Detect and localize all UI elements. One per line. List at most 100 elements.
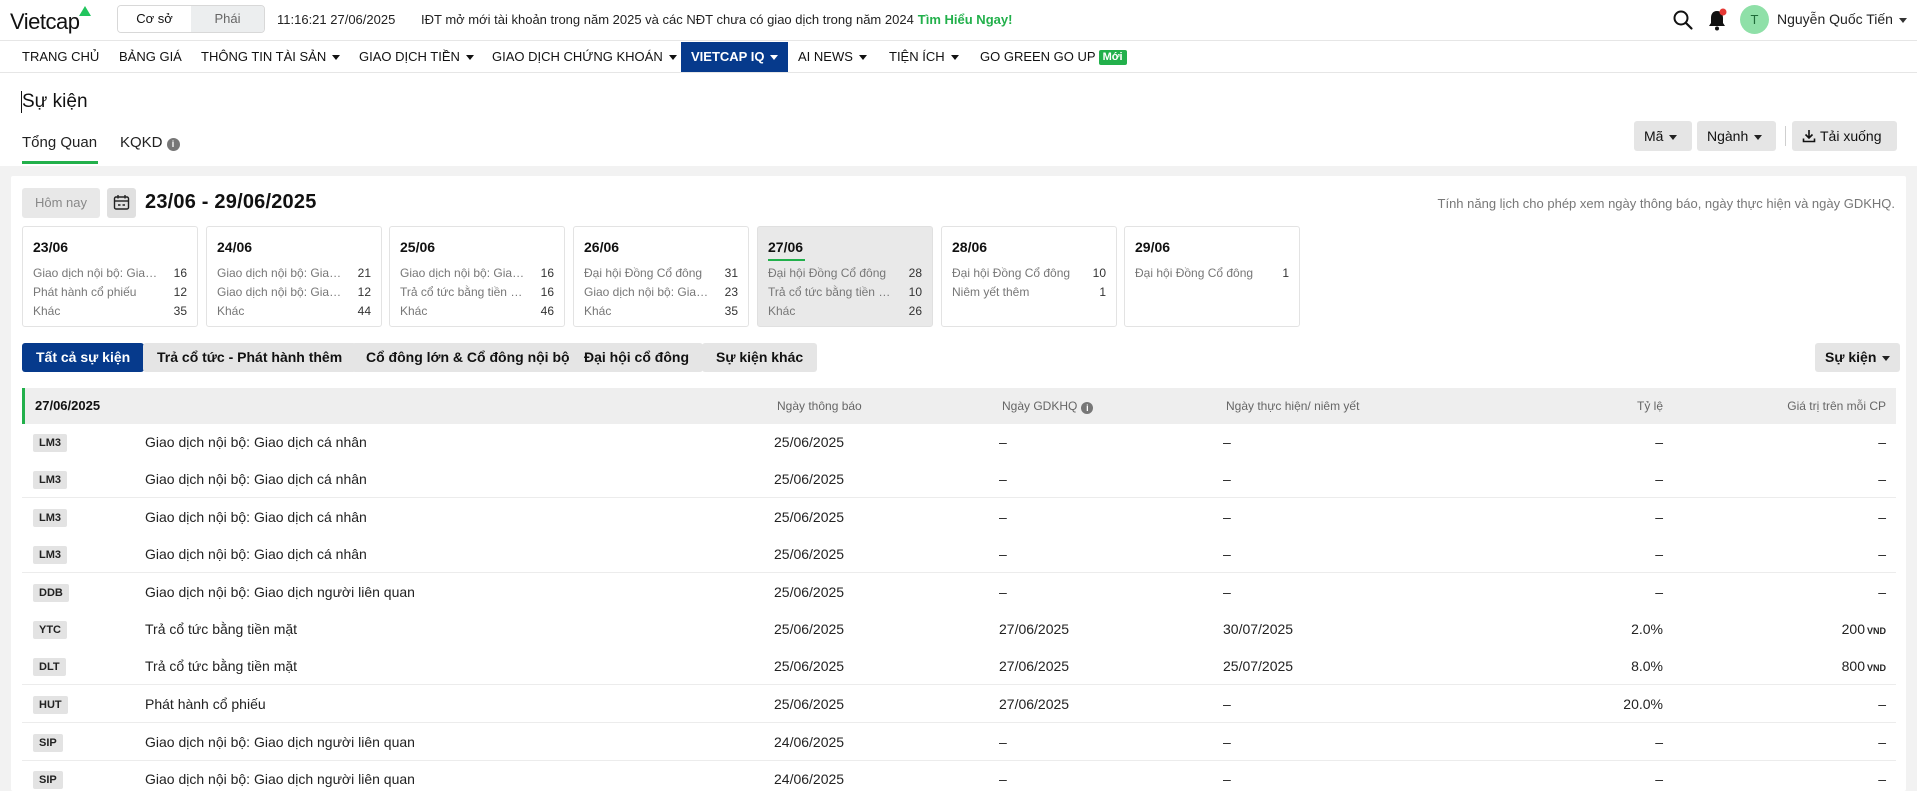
nav-thong-tin-tai-san[interactable]: THÔNG TIN TÀI SẢN [191,42,350,72]
col-announce-date[interactable]: Ngày thông báo [777,388,862,424]
tab-kqkd[interactable]: KQKD i [120,134,180,151]
info-icon[interactable]: i [1081,402,1094,414]
table-row[interactable]: DDB Giao dịch nội bộ: Giao dịch người li… [22,574,1896,611]
ratio: 8.0% [1631,658,1663,674]
ticker-badge[interactable]: DDB [33,584,69,602]
day-row: Đại hội Đồng Cổ đông 31 [584,264,738,283]
event-name: Giao dịch nội bộ: Giao dịch người liên q… [145,771,415,787]
day-card[interactable]: 24/06 Giao dịch nội bộ: Giao dị... 21 Gia… [206,226,382,327]
value-per-share: – [1878,696,1886,712]
filter-all-events[interactable]: Tất cả sự kiện [22,343,145,372]
day-card[interactable]: 26/06 Đại hội Đồng Cổ đông 31 Giao dịch n… [573,226,749,327]
nav-ai-news[interactable]: AI NEWS [788,42,877,72]
col-value-per-share[interactable]: Giá trị trên mỗi CP [1787,388,1886,424]
tab-tong-quan[interactable]: Tổng Quan [22,134,97,151]
day-card[interactable]: 29/06 Đại hội Đồng Cổ đông 1 [1124,226,1300,327]
ex-date: 27/06/2025 [999,696,1070,712]
day-row-count: 10 [908,285,922,299]
nav-go-green-go-up[interactable]: GO GREEN GO UP Mới [970,42,1137,72]
ticker-badge[interactable]: LM3 [33,546,67,564]
day-row: Giao dịch nội bộ: Giao dị... 16 [400,264,554,283]
calendar-button[interactable] [107,188,136,218]
day-row-label: Khác [217,304,245,318]
nav-vietcap-iq[interactable]: VIETCAP IQ [681,42,789,72]
day-card[interactable]: 23/06 Giao dịch nội bộ: Giao dị... 16 Phá… [22,226,198,327]
ex-date: 27/06/2025 [999,621,1070,637]
day-card-selected[interactable]: 27/06 Đại hội Đồng Cổ đông 28 Trả cổ tức … [757,226,933,327]
event-type-dropdown-label: Sự kiện [1825,349,1877,365]
filter-other[interactable]: Sự kiện khác [702,343,818,372]
day-row-label: Đại hội Đồng Cổ đông [1135,266,1254,280]
announce-date: 25/06/2025 [774,584,845,600]
day-card[interactable]: 25/06 Giao dịch nội bộ: Giao dị... 16 Trả… [389,226,565,327]
event-name: Giao dịch nội bộ: Giao dịch cá nhân [145,546,367,562]
active-tab-indicator [22,161,98,164]
nav-bang-gia[interactable]: BẢNG GIÁ [109,42,192,72]
value-per-share: – [1878,584,1886,600]
ex-date: – [999,546,1007,562]
table-row[interactable]: LM3 Giao dịch nội bộ: Giao dịch cá nhân … [22,499,1896,536]
day-date: 25/06 [400,239,436,255]
table-row[interactable]: LM3 Giao dịch nội bộ: Giao dịch cá nhân … [22,536,1896,573]
day-row-count: 26 [908,304,922,318]
ticker-badge[interactable]: HUT [33,696,68,714]
day-date: 29/06 [1135,239,1171,255]
ticker-badge[interactable]: YTC [33,621,67,639]
industry-dropdown[interactable]: Ngành [1697,121,1776,151]
info-icon[interactable]: i [166,138,180,151]
ticker-badge[interactable]: LM3 [33,434,67,452]
table-row[interactable]: SIP Giao dịch nội bộ: Giao dịch người li… [22,724,1896,761]
ticker-badge[interactable]: SIP [33,771,63,789]
currency-unit: VND [1866,663,1886,673]
col-ex-date[interactable]: Ngày GDKHQ i [1002,388,1094,424]
download-button[interactable]: Tải xuống [1792,121,1897,151]
ticker-badge[interactable]: LM3 [33,509,67,527]
chevron-down-icon [858,55,867,61]
logo[interactable]: Vietcap [10,6,92,35]
announce-date: 25/06/2025 [774,434,845,450]
event-type-dropdown[interactable]: Sự kiện [1815,343,1901,372]
segment-co-so[interactable]: Cơ sở [118,6,191,32]
table-row[interactable]: YTC Trả cổ tức bằng tiền mặt 25/06/2025 … [22,611,1896,648]
table-row[interactable]: DLT Trả cổ tức bằng tiền mặt 25/06/2025 … [22,648,1896,685]
user-menu[interactable]: Nguyễn Quốc Tiến [1777,11,1907,27]
filter-agm[interactable]: Đại hội cổ đông [570,343,703,372]
promo-link[interactable]: Tìm Hiểu Ngay! [918,12,1013,27]
tab-kqkd-label: KQKD [120,134,163,151]
value-amount: 200 [1841,621,1865,637]
nav-tien-ich[interactable]: TIỆN ÍCH [879,42,969,72]
day-row-count: 12 [357,285,371,299]
segment-phai-sinh[interactable]: Phái sinh [191,6,264,32]
nav-trang-chu[interactable]: TRANG CHỦ [12,42,109,72]
col-ratio[interactable]: Tỷ lệ [1637,388,1663,424]
filter-shareholders[interactable]: Cổ đông lớn & Cổ đông nội bộ [352,343,584,372]
search-icon[interactable] [1672,9,1694,31]
table-row[interactable]: HUT Phát hành cổ phiếu 25/06/2025 27/06/… [22,686,1896,723]
col-execute-date[interactable]: Ngày thực hiện/ niêm yết [1226,388,1359,424]
table-row[interactable]: SIP Giao dịch nội bộ: Giao dịch người li… [22,761,1896,791]
day-row: Khác 44 [217,302,371,321]
nav-label: GIAO DỊCH CHỨNG KHOÁN [492,49,663,64]
table-header: 27/06/2025 Ngày thông báo Ngày GDKHQ i Ng… [22,388,1896,424]
today-button[interactable]: Hôm nay [22,188,100,218]
new-badge: Mới [1098,50,1127,65]
ex-date: – [999,471,1007,487]
day-row-label: Giao dịch nội bộ: Giao dị... [584,285,714,299]
avatar[interactable]: T [1740,5,1769,34]
day-row-count: 46 [540,304,554,318]
ticker-badge[interactable]: DLT [33,658,66,676]
table-row[interactable]: LM3 Giao dịch nội bộ: Giao dịch cá nhân … [22,461,1896,498]
table-row[interactable]: LM3 Giao dịch nội bộ: Giao dịch cá nhân … [22,424,1896,461]
day-card[interactable]: 28/06 Đại hội Đồng Cổ đông 10 Niêm yết th… [941,226,1117,327]
day-row: Trả cổ tức bằng tiền mặt 10 [768,283,922,302]
day-row: Khác 35 [584,302,738,321]
filter-dividend[interactable]: Trả cổ tức - Phát hành thêm [143,343,357,372]
ticker-dropdown[interactable]: Mã [1634,121,1692,151]
day-date: 23/06 [33,239,69,255]
nav-giao-dich-chung-khoan[interactable]: GIAO DỊCH CHỨNG KHOÁN [482,42,687,72]
ticker-badge[interactable]: LM3 [33,471,67,489]
nav-giao-dich-tien[interactable]: GIAO DỊCH TIỀN [349,42,484,72]
chevron-down-icon [332,55,341,61]
ticker-badge[interactable]: SIP [33,734,63,752]
bell-icon[interactable] [1706,8,1728,32]
